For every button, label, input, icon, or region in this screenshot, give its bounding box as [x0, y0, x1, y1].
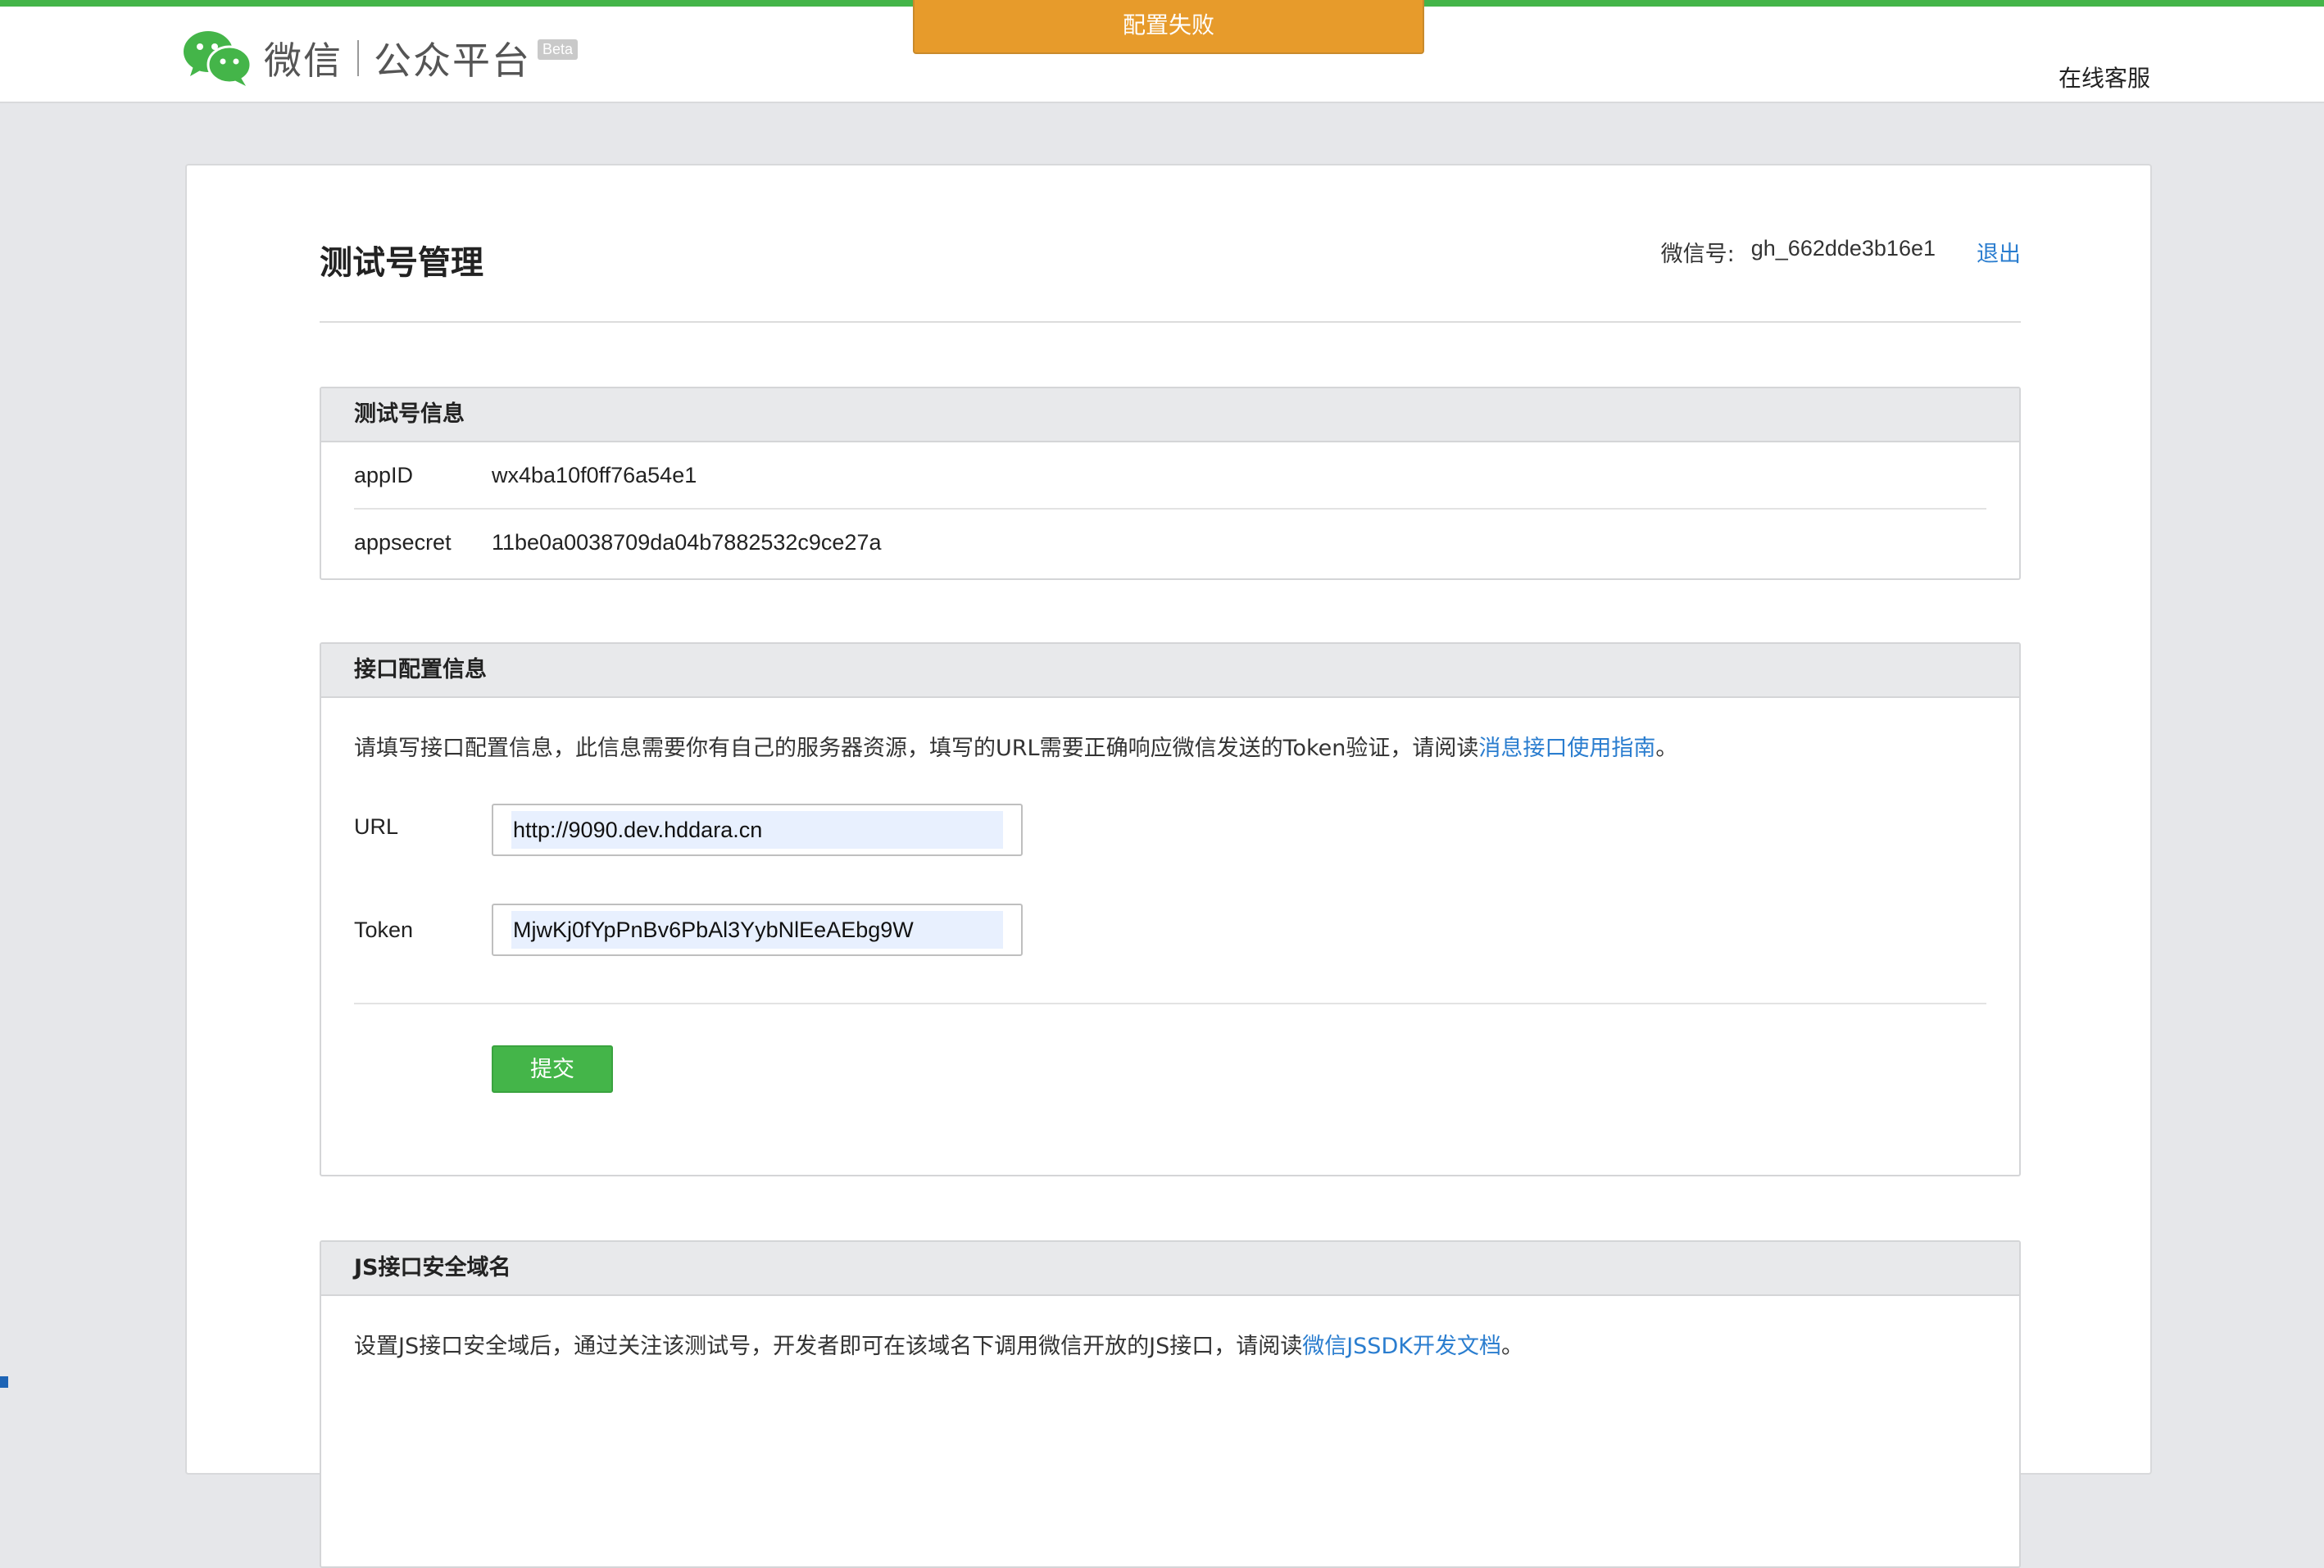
message-api-guide-link[interactable]: 消息接口使用指南 [1478, 736, 1655, 761]
api-config-desc-suffix: 。 [1655, 736, 1678, 761]
js-domain-panel: JS接口安全域名 设置JS接口安全域后，通过关注该测试号，开发者即可在该域名下调… [320, 1240, 2021, 1568]
test-info-panel: 测试号信息 appID wx4ba10f0ff76a54e1 appsecret… [320, 387, 2021, 580]
url-label: URL [354, 813, 399, 839]
beta-badge: Beta [538, 39, 579, 60]
token-row: Token MjwKj0fYpPnBv6PbAl3YybNlEeAEbg9W [354, 903, 2019, 957]
token-input-value: MjwKj0fYpPnBv6PbAl3YybNlEeAEbg9W [511, 911, 1003, 949]
logo-separator [357, 40, 359, 76]
appsecret-label: appsecret [354, 530, 452, 555]
appid-label: appID [354, 463, 414, 487]
api-config-desc-text: 请填写接口配置信息，此信息需要你有自己的服务器资源，填写的URL需要正确响应微信… [354, 736, 1479, 761]
form-divider [354, 1003, 1986, 1004]
api-config-title: 接口配置信息 [321, 644, 2019, 698]
account-info: 微信号: gh_662dde3b16e1 退出 [1661, 236, 2021, 268]
corner-marker [0, 1376, 8, 1388]
info-row-appid: appID wx4ba10f0ff76a54e1 [354, 442, 1986, 510]
submit-button[interactable]: 提交 [492, 1045, 613, 1093]
api-config-description: 请填写接口配置信息，此信息需要你有自己的服务器资源，填写的URL需要正确响应微信… [354, 732, 1986, 765]
token-input[interactable]: MjwKj0fYpPnBv6PbAl3YybNlEeAEbg9W [492, 904, 1023, 956]
appid-value: wx4ba10f0ff76a54e1 [492, 463, 697, 487]
url-input-value: http://9090.dev.hddara.cn [511, 811, 1003, 849]
online-service-link[interactable]: 在线客服 [2058, 61, 2150, 93]
url-input[interactable]: http://9090.dev.hddara.cn [492, 804, 1023, 856]
error-alert: 配置失败 [913, 0, 1424, 54]
js-domain-title: JS接口安全域名 [321, 1242, 2019, 1296]
account-label: 微信号: [1660, 242, 1735, 267]
wechat-icon [182, 29, 252, 88]
logo-brand-text: 微信 [264, 39, 343, 83]
appsecret-value: 11be0a0038709da04b7882532c9ce27a [492, 530, 882, 555]
test-info-title: 测试号信息 [321, 388, 2019, 442]
info-row-appsecret: appsecret 11be0a0038709da04b7882532c9ce2… [354, 510, 1986, 575]
page-title: 测试号管理 [320, 244, 483, 282]
js-domain-desc-text: 设置JS接口安全域后，通过关注该测试号，开发者即可在该域名下调用微信开放的JS接… [354, 1334, 1303, 1359]
logo-product-text: 公众平台 [374, 39, 531, 83]
wechat-logo[interactable]: 微信 公众平台 Beta [182, 21, 579, 95]
jssdk-doc-link[interactable]: 微信JSSDK开发文档 [1302, 1334, 1501, 1359]
api-config-panel: 接口配置信息 请填写接口配置信息，此信息需要你有自己的服务器资源，填写的URL需… [320, 642, 2021, 1176]
logout-link[interactable]: 退出 [1977, 236, 2021, 268]
main-card: 测试号管理 微信号: gh_662dde3b16e1 退出 测试号信息 appI… [185, 164, 2152, 1568]
card-header: 测试号管理 微信号: gh_662dde3b16e1 退出 [320, 236, 2021, 323]
js-domain-description: 设置JS接口安全域后，通过关注该测试号，开发者即可在该域名下调用微信开放的JS接… [354, 1330, 1986, 1363]
account-id: gh_662dde3b16e1 [1750, 236, 1936, 261]
token-label: Token [354, 917, 414, 942]
js-domain-desc-suffix: 。 [1500, 1334, 1523, 1359]
url-row: URL http://9090.dev.hddara.cn [354, 803, 2019, 857]
